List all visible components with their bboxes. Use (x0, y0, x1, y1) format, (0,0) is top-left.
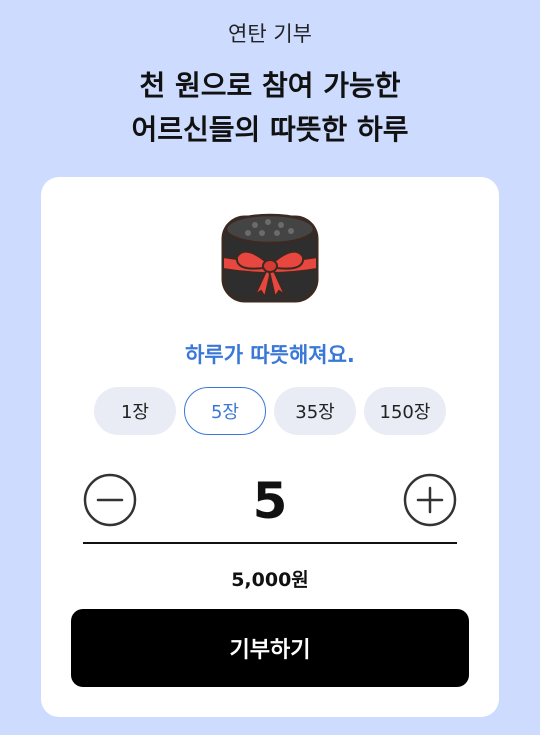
donation-card: 하루가 따뜻해져요. 1장 5장 35장 150장 5 5,000원 기부하기 (41, 177, 499, 717)
quantity-value: 5 (252, 472, 288, 530)
donation-amount: 5,000원 (231, 569, 309, 591)
quantity-option-5[interactable]: 5장 (184, 387, 266, 435)
briquette-gift-icon (221, 213, 319, 303)
donate-button[interactable]: 기부하기 (71, 609, 469, 687)
quantity-option-1[interactable]: 1장 (94, 387, 176, 435)
quantity-divider (83, 542, 457, 544)
quantity-options: 1장 5장 35장 150장 (94, 387, 446, 435)
quantity-option-150[interactable]: 150장 (364, 387, 446, 435)
headline-line-1: 천 원으로 참여 가능한 (139, 69, 401, 102)
tagline: 하루가 따뜻해져요. (185, 343, 355, 367)
plus-circle-icon[interactable] (403, 473, 457, 527)
quantity-option-35[interactable]: 35장 (274, 387, 356, 435)
headline-line-2: 어르신들의 따뜻한 하루 (131, 113, 409, 146)
minus-circle-icon[interactable] (83, 473, 137, 527)
page-eyebrow: 연탄 기부 (228, 22, 312, 46)
page-headline: 천 원으로 참여 가능한 어르신들의 따뜻한 하루 (0, 64, 540, 152)
